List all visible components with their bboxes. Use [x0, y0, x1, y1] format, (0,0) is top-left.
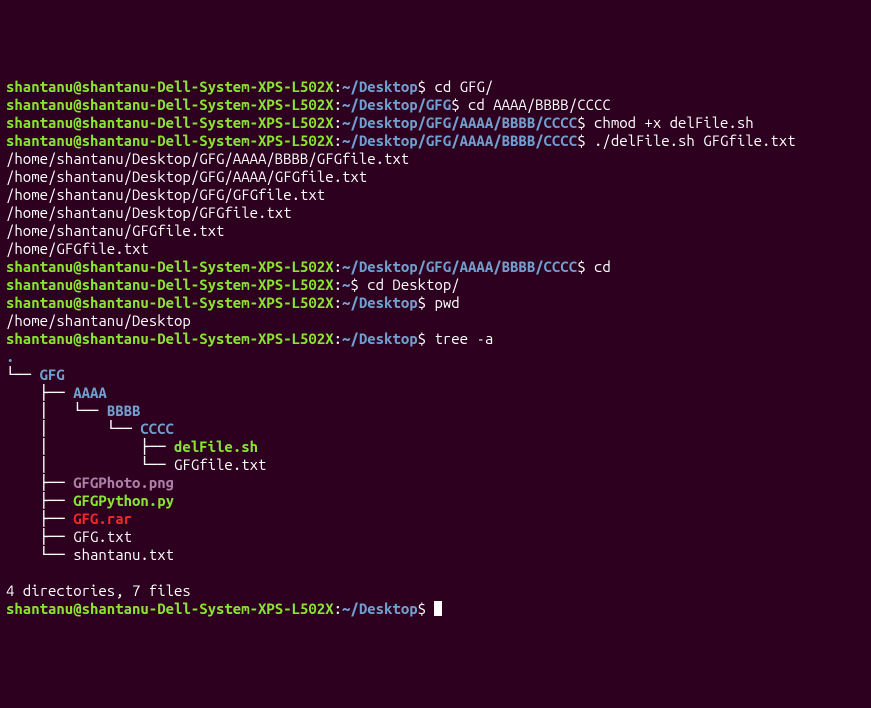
terminal-line: shantanu@shantanu-Dell-System-XPS-L502X:… — [6, 330, 865, 348]
tree-branch: ├── — [6, 528, 73, 545]
output-line: /home/shantanu/GFGfile.txt — [6, 222, 865, 240]
tree-row: ├── GFGPython.py — [6, 492, 865, 510]
prompt-user: shantanu@shantanu-Dell-System-XPS-L502X — [6, 276, 334, 293]
prompt-dollar: $ — [418, 78, 426, 95]
prompt-colon: : — [334, 276, 342, 293]
tree-row: ├── GFG.rar — [6, 510, 865, 528]
tree-row: │ └── GFGfile.txt — [6, 456, 865, 474]
tree-entry: CCCC — [140, 420, 174, 437]
tree-row: ├── AAAA — [6, 384, 865, 402]
command-text: ./delFile.sh GFGfile.txt — [594, 132, 796, 149]
cursor — [434, 601, 442, 616]
tree-entry: GFG.txt — [73, 528, 132, 545]
command-text: cd Desktop/ — [367, 276, 459, 293]
prompt-colon: : — [334, 114, 342, 131]
tree-branch: │ ├── — [6, 438, 174, 455]
tree-row: │ └── CCCC — [6, 420, 865, 438]
tree-entry: shantanu.txt — [73, 546, 174, 563]
prompt-dollar: $ — [451, 96, 459, 113]
tree-branch: │ └── — [6, 456, 174, 473]
prompt-path: ~/Desktop/GFG/AAAA/BBBB/CCCC — [342, 258, 577, 275]
output-line: /home/shantanu/Desktop/GFGfile.txt — [6, 204, 865, 222]
output-line: /home/shantanu/Desktop/GFG/AAAA/GFGfile.… — [6, 168, 865, 186]
prompt-user: shantanu@shantanu-Dell-System-XPS-L502X — [6, 600, 334, 617]
terminal-line: shantanu@shantanu-Dell-System-XPS-L502X:… — [6, 258, 865, 276]
tree-branch: ├── — [6, 492, 73, 509]
output-line: /home/shantanu/Desktop/GFG/AAAA/BBBB/GFG… — [6, 150, 865, 168]
prompt-colon: : — [334, 78, 342, 95]
prompt-dollar: $ — [577, 114, 585, 131]
prompt-path: ~/Desktop — [342, 78, 418, 95]
terminal-output[interactable]: shantanu@shantanu-Dell-System-XPS-L502X:… — [6, 78, 865, 618]
tree-row: │ └── BBBB — [6, 402, 865, 420]
blank-line — [6, 564, 865, 582]
terminal-line: shantanu@shantanu-Dell-System-XPS-L502X:… — [6, 276, 865, 294]
command-text: cd GFG/ — [434, 78, 493, 95]
prompt-colon: : — [334, 600, 342, 617]
prompt-colon: : — [334, 96, 342, 113]
output-line: /home/shantanu/Desktop/GFG/GFGfile.txt — [6, 186, 865, 204]
tree-branch: ├── — [6, 510, 73, 527]
tree-root: . — [6, 348, 865, 366]
prompt-dollar: $ — [350, 276, 358, 293]
terminal-line: shantanu@shantanu-Dell-System-XPS-L502X:… — [6, 96, 865, 114]
prompt-path: ~/Desktop/GFG — [342, 96, 451, 113]
prompt-user: shantanu@shantanu-Dell-System-XPS-L502X — [6, 330, 334, 347]
prompt-user: shantanu@shantanu-Dell-System-XPS-L502X — [6, 114, 334, 131]
prompt-dollar: $ — [418, 330, 426, 347]
tree-branch: └── — [6, 546, 73, 563]
terminal-line: shantanu@shantanu-Dell-System-XPS-L502X:… — [6, 294, 865, 312]
tree-branch: │ └── — [6, 420, 140, 437]
tree-entry: GFG — [40, 366, 65, 383]
output-line: /home/GFGfile.txt — [6, 240, 865, 258]
prompt-path: ~/Desktop/GFG/AAAA/BBBB/CCCC — [342, 132, 577, 149]
tree-branch: ├── — [6, 384, 73, 401]
command-text: tree -a — [434, 330, 493, 347]
command-text: pwd — [434, 294, 459, 311]
tree-row: │ ├── delFile.sh — [6, 438, 865, 456]
command-text: cd AAAA/BBBB/CCCC — [468, 96, 611, 113]
command-text: chmod +x delFile.sh — [594, 114, 754, 131]
tree-entry: GFGfile.txt — [174, 456, 266, 473]
prompt-user: shantanu@shantanu-Dell-System-XPS-L502X — [6, 294, 334, 311]
tree-branch: └── — [6, 366, 40, 383]
prompt-dollar: $ — [418, 294, 426, 311]
tree-branch: │ └── — [6, 402, 107, 419]
output-line: /home/shantanu/Desktop — [6, 312, 865, 330]
tree-entry: GFGPython.py — [73, 492, 174, 509]
prompt-user: shantanu@shantanu-Dell-System-XPS-L502X — [6, 78, 334, 95]
command-text: cd — [594, 258, 611, 275]
prompt-colon: : — [334, 330, 342, 347]
tree-row: ├── GFGPhoto.png — [6, 474, 865, 492]
prompt-path: ~/Desktop — [342, 600, 418, 617]
prompt-user: shantanu@shantanu-Dell-System-XPS-L502X — [6, 258, 334, 275]
prompt-colon: : — [334, 132, 342, 149]
tree-branch: ├── — [6, 474, 73, 491]
tree-row: └── GFG — [6, 366, 865, 384]
terminal-line: shantanu@shantanu-Dell-System-XPS-L502X:… — [6, 78, 865, 96]
tree-row: ├── GFG.txt — [6, 528, 865, 546]
terminal-line: shantanu@shantanu-Dell-System-XPS-L502X:… — [6, 600, 865, 618]
prompt-path: ~/Desktop — [342, 294, 418, 311]
tree-summary: 4 directories, 7 files — [6, 582, 865, 600]
tree-entry: BBBB — [107, 402, 141, 419]
tree-entry: GFG.rar — [73, 510, 132, 527]
tree-row: └── shantanu.txt — [6, 546, 865, 564]
prompt-user: shantanu@shantanu-Dell-System-XPS-L502X — [6, 132, 334, 149]
prompt-dollar: $ — [418, 600, 426, 617]
terminal-line: shantanu@shantanu-Dell-System-XPS-L502X:… — [6, 114, 865, 132]
tree-entry: delFile.sh — [174, 438, 258, 455]
prompt-dollar: $ — [577, 132, 585, 149]
terminal-line: shantanu@shantanu-Dell-System-XPS-L502X:… — [6, 132, 865, 150]
prompt-path: ~/Desktop/GFG/AAAA/BBBB/CCCC — [342, 114, 577, 131]
prompt-colon: : — [334, 294, 342, 311]
tree-entry: AAAA — [73, 384, 107, 401]
prompt-user: shantanu@shantanu-Dell-System-XPS-L502X — [6, 96, 334, 113]
prompt-path: ~/Desktop — [342, 330, 418, 347]
tree-entry: GFGPhoto.png — [73, 474, 174, 491]
prompt-colon: : — [334, 258, 342, 275]
prompt-dollar: $ — [577, 258, 585, 275]
